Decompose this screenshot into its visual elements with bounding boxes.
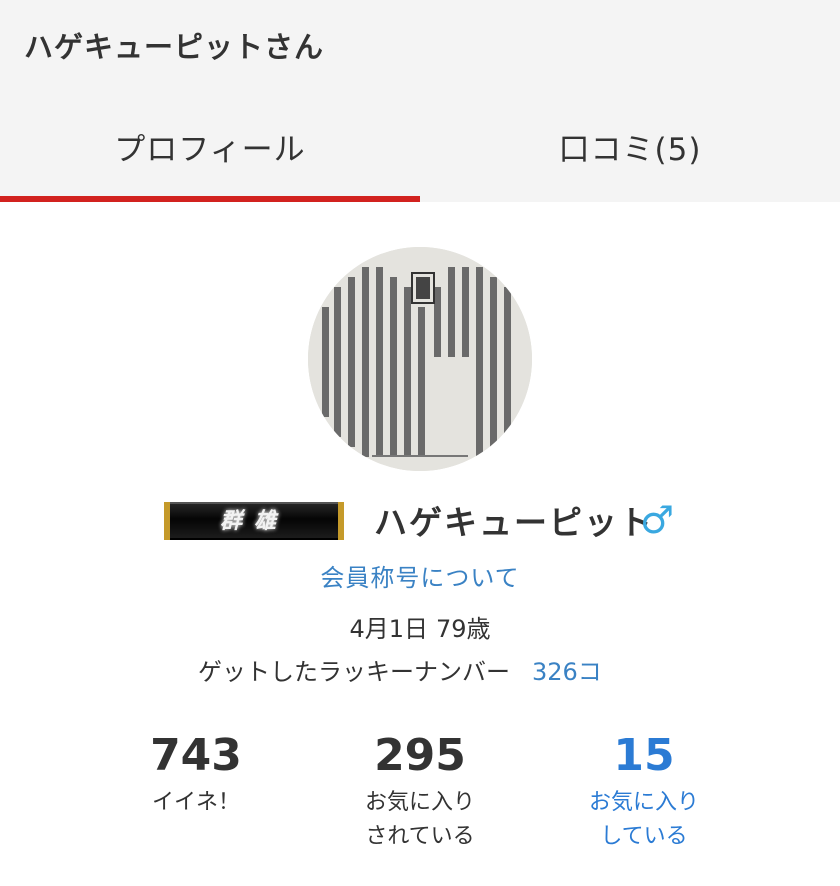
avatar [308,247,532,471]
username: ハゲキューピット [374,503,654,542]
favoriting-count: 15 [613,730,675,781]
favorited-by-label: お気に入り されている [364,790,475,849]
lucky-number-label: ゲットしたラッキーナンバー [198,658,510,686]
tab-profile[interactable]: プロフィール [0,96,420,202]
stat-favorited-by: 295 お気に入り されている [320,728,520,854]
stat-likes: 743 イイネ！ [96,728,296,820]
male-gender-icon: ♂ [640,498,675,542]
active-tab-indicator [0,196,420,202]
member-title-link[interactable]: 会員称号について [0,558,840,593]
favorited-by-count: 295 [374,730,466,781]
favoriting-label: お気に入り している [588,790,699,849]
age: 79歳 [436,615,491,643]
tab-reviews-label: 口コミ(5) [558,132,702,168]
birthday-age: 4月1日 79歳 [0,609,840,644]
stat-favoriting[interactable]: 15 お気に入り している [544,728,744,854]
likes-count: 743 [150,730,242,781]
page-title: ハゲキューピットさん [24,30,325,64]
member-title-badge: 群雄 [164,502,344,540]
lucky-number-row: ゲットしたラッキーナンバー 326コ [198,652,602,687]
tab-reviews[interactable]: 口コミ(5) [420,96,840,202]
app-header: ハゲキューピットさん プロフィール 口コミ(5) [0,0,840,202]
lucky-number-count[interactable]: 326コ [532,658,602,686]
birthday: 4月1日 [349,615,428,643]
tab-profile-label: プロフィール [114,132,306,168]
likes-label: イイネ！ [151,790,240,815]
dictionary-page-photo-icon [308,247,532,471]
